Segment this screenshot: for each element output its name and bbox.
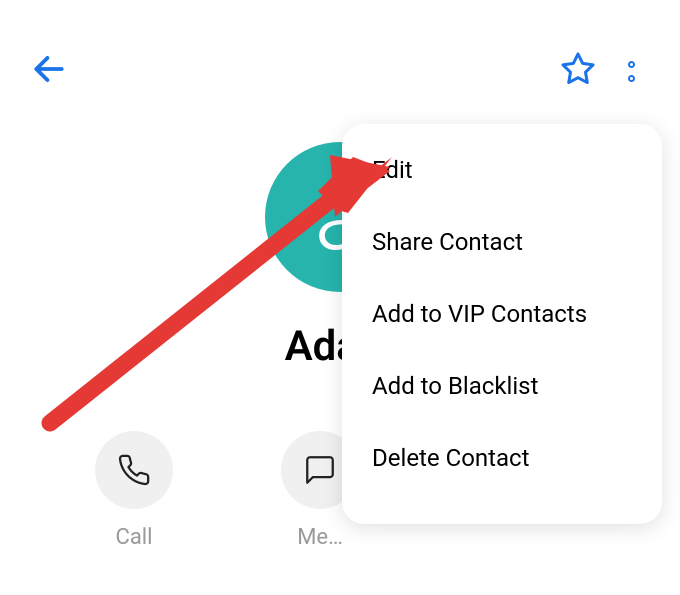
context-menu: Edit Share Contact Add to VIP Contacts A… [342, 124, 662, 524]
message-icon [303, 453, 337, 487]
menu-item-delete[interactable]: Delete Contact [342, 422, 662, 494]
menu-item-share[interactable]: Share Contact [342, 206, 662, 278]
favorite-button[interactable] [560, 51, 596, 91]
app-header [0, 0, 680, 112]
menu-item-blacklist[interactable]: Add to Blacklist [342, 350, 662, 422]
call-action: Call [95, 431, 173, 550]
call-button[interactable] [95, 431, 173, 509]
more-dot-icon [628, 75, 635, 82]
header-actions [560, 51, 635, 91]
back-button[interactable] [30, 50, 68, 92]
star-outline-icon [560, 51, 596, 87]
menu-item-edit[interactable]: Edit [342, 134, 662, 206]
message-label: Me… [297, 525, 343, 550]
phone-icon [117, 453, 151, 487]
more-dot-icon [628, 61, 635, 68]
call-label: Call [116, 525, 153, 550]
menu-item-vip[interactable]: Add to VIP Contacts [342, 278, 662, 350]
back-arrow-icon [30, 50, 68, 88]
more-options-button[interactable] [628, 61, 635, 82]
